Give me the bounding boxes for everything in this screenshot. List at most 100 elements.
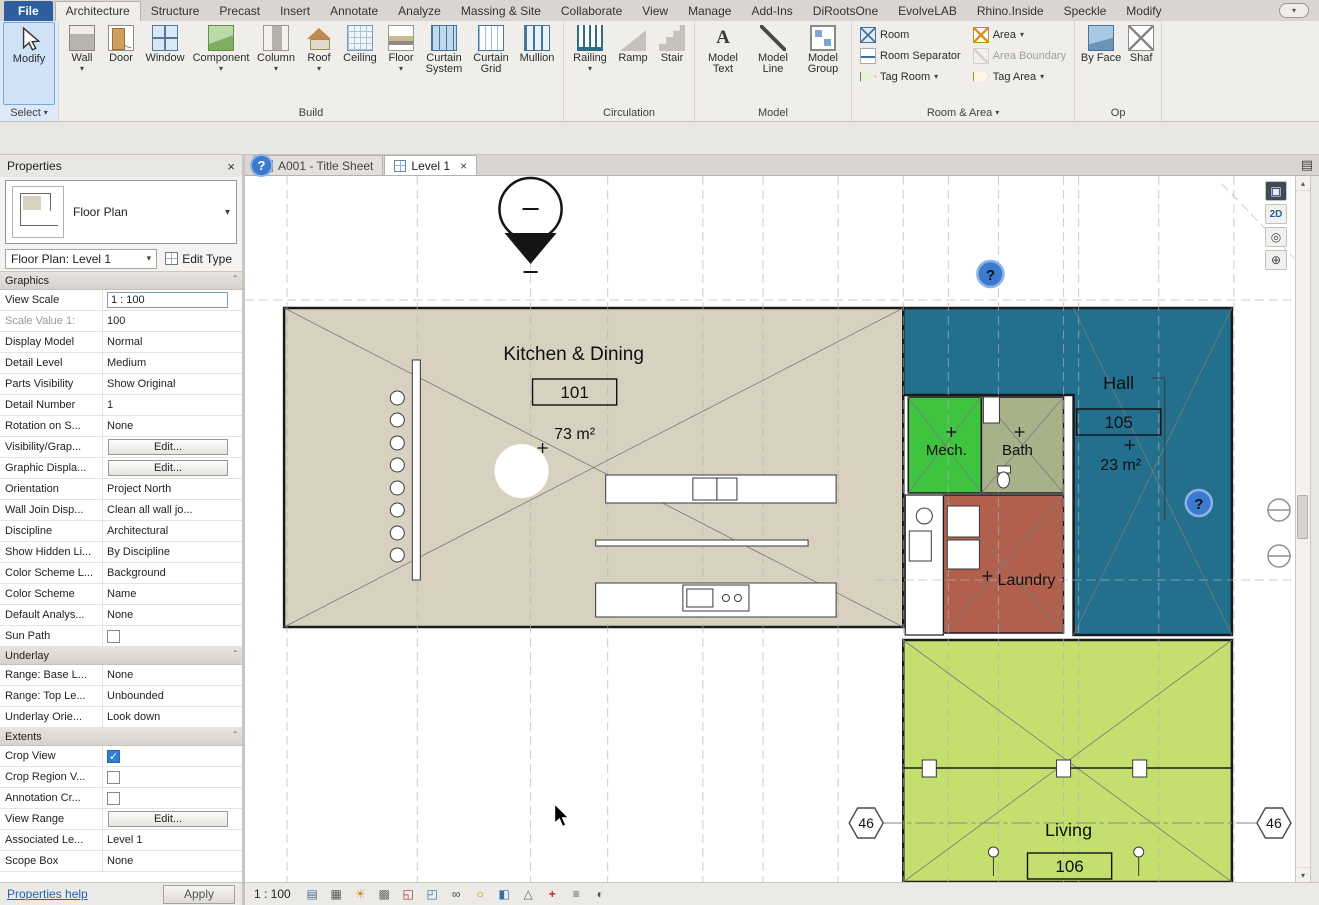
show-crop-region-icon[interactable]: ◰ — [424, 886, 441, 903]
edit-button[interactable]: Edit... — [108, 439, 228, 455]
hide-analytical-model-icon[interactable]: △ — [520, 886, 537, 903]
shaft-icon — [1128, 25, 1155, 51]
tab-evolvelab[interactable]: EvolveLAB — [888, 1, 967, 21]
grid-bubble-left[interactable]: 46 — [848, 807, 885, 839]
window-button[interactable]: Window — [140, 22, 190, 105]
room-separator-button[interactable]: Room Separator — [855, 45, 966, 66]
by-face-button[interactable]: By Face — [1078, 22, 1124, 105]
area-button[interactable]: Area ▾ — [968, 24, 1071, 45]
edit-button[interactable]: Edit... — [108, 460, 228, 476]
ribbon-display-toggle-icon[interactable]: ▾ — [1279, 3, 1309, 18]
edit-type-icon — [165, 252, 179, 265]
tab-collaborate[interactable]: Collaborate — [551, 1, 632, 21]
temporary-view-properties-icon[interactable]: ◧ — [496, 886, 513, 903]
tab-analyze[interactable]: Analyze — [388, 1, 451, 21]
model-text-button[interactable]: Model Text — [698, 22, 748, 105]
railing-button[interactable]: Railing ▾ — [567, 22, 613, 105]
scroll-down-icon[interactable]: ▾ — [1296, 867, 1310, 882]
curtain-system-button[interactable]: Curtain System — [420, 22, 468, 105]
tab-massing-site[interactable]: Massing & Site — [451, 1, 551, 21]
mullion-button[interactable]: Mullion — [514, 22, 560, 105]
panel-label-room-area[interactable]: Room & Area ▾ — [855, 105, 1071, 121]
tag-area-button[interactable]: Tag Area ▾ — [968, 66, 1071, 87]
model-line-button[interactable]: Model Line — [748, 22, 798, 105]
grid-bubble-right[interactable]: 46 — [1256, 807, 1292, 839]
sun-path-checkbox[interactable] — [107, 629, 120, 643]
reveal-constraints-icon[interactable]: + — [544, 886, 561, 903]
close-icon[interactable]: × — [460, 159, 467, 173]
scroll-up-icon[interactable]: ▴ — [1296, 176, 1310, 191]
annotation-crop-checkbox[interactable] — [107, 791, 120, 805]
door-button[interactable]: Door — [102, 22, 140, 105]
door-icon — [108, 25, 134, 51]
wall-button[interactable]: Wall ▾ — [62, 22, 102, 105]
modify-button[interactable]: Modify — [3, 22, 55, 105]
column-button[interactable]: Column ▾ — [252, 22, 300, 105]
section-graphics[interactable]: Graphics ˆ — [0, 272, 242, 290]
tab-add-ins[interactable]: Add-Ins — [741, 1, 802, 21]
tab-dirootsone[interactable]: DiRootsOne — [803, 1, 888, 21]
type-selector[interactable]: Floor Plan ▾ — [5, 180, 237, 244]
chevron-down-icon: ▾ — [995, 108, 1000, 117]
view-cube-icon[interactable]: ▣ — [1265, 181, 1287, 201]
curtain-grid-button[interactable]: Curtain Grid — [468, 22, 514, 105]
room-number-hall: 105 — [1104, 413, 1132, 432]
close-icon[interactable]: × — [227, 159, 235, 174]
temporary-hide-isolate-icon[interactable]: ∞ — [448, 886, 465, 903]
ceiling-button[interactable]: Ceiling — [338, 22, 382, 105]
room-button[interactable]: Room — [855, 24, 966, 45]
floor-button[interactable]: Floor ▾ — [382, 22, 420, 105]
editable-only-icon[interactable]: ◐ — [592, 886, 609, 903]
crop-view-icon[interactable]: ◱ — [400, 886, 417, 903]
tab-file[interactable]: File — [4, 1, 53, 21]
steering-wheel-icon[interactable]: ◎ — [1265, 227, 1287, 247]
tab-annotate[interactable]: Annotate — [320, 1, 388, 21]
scrollbar-thumb[interactable] — [1297, 495, 1308, 540]
zoom-icon[interactable]: ⊕ — [1265, 250, 1287, 270]
worksharing-display-icon[interactable]: ≡ — [568, 886, 585, 903]
tab-insert[interactable]: Insert — [270, 1, 320, 21]
2d-mode-icon[interactable]: 2D — [1265, 204, 1287, 224]
visual-style-icon[interactable]: ▦ — [328, 886, 345, 903]
pin-marker — [498, 176, 563, 273]
view-selector[interactable]: Floor Plan: Level 1 ▾ — [5, 248, 158, 269]
edit-type-button[interactable]: Edit Type — [160, 249, 237, 269]
section-underlay[interactable]: Underlay ˆ — [0, 647, 242, 665]
tab-manage[interactable]: Manage — [678, 1, 741, 21]
component-button[interactable]: Component ▾ — [190, 22, 252, 105]
reveal-hidden-elements-icon[interactable]: ○ — [472, 886, 489, 903]
tab-speckle[interactable]: Speckle — [1054, 1, 1117, 21]
properties-help-link[interactable]: Properties help — [7, 887, 88, 901]
drawing-viewport[interactable]: 46 46 Kitchen & Dining 101 73 m² Hall 10… — [245, 176, 1295, 882]
tab-structure[interactable]: Structure — [141, 1, 210, 21]
chevron-down-icon[interactable]: ▾ — [225, 207, 230, 218]
tab-modify[interactable]: Modify — [1116, 1, 1171, 21]
apply-button[interactable]: Apply — [163, 884, 235, 904]
tab-architecture[interactable]: Architecture — [54, 1, 141, 21]
sun-path-icon[interactable]: ☀ — [352, 886, 369, 903]
panel-label-select[interactable]: Select ▾ — [3, 105, 55, 121]
model-group-button[interactable]: Model Group — [798, 22, 848, 105]
tag-room-button[interactable]: Tag Room ▾ — [855, 66, 966, 87]
edit-button[interactable]: Edit... — [108, 811, 228, 827]
properties-header[interactable]: Properties × — [0, 155, 242, 177]
section-extents[interactable]: Extents ˆ — [0, 728, 242, 746]
chevron-down-icon: ▾ — [1040, 71, 1045, 81]
tab-view[interactable]: View — [632, 1, 678, 21]
roof-button[interactable]: Roof ▾ — [300, 22, 338, 105]
detail-level-icon[interactable]: ▤ — [304, 886, 321, 903]
ramp-button[interactable]: Ramp — [613, 22, 653, 105]
view-list-menu-icon[interactable]: ▤ — [1301, 157, 1313, 173]
crop-view-checkbox[interactable] — [107, 749, 120, 763]
stair-button[interactable]: Stair — [653, 22, 691, 105]
tab-precast[interactable]: Precast — [209, 1, 270, 21]
room-label-bath: Bath — [1002, 442, 1033, 459]
crop-region-checkbox[interactable] — [107, 770, 120, 784]
view-scale-button[interactable]: 1 : 100 — [254, 887, 297, 901]
tab-rhino-inside[interactable]: Rhino.Inside — [967, 1, 1054, 21]
area-boundary-button: Area Boundary — [968, 45, 1071, 66]
shaft-button[interactable]: Shaf — [1124, 22, 1158, 105]
shadows-icon[interactable]: ▩ — [376, 886, 393, 903]
view-tab-level-1[interactable]: Level 1 × — [384, 155, 478, 175]
vertical-scrollbar[interactable]: ▴ ▾ — [1295, 176, 1310, 882]
